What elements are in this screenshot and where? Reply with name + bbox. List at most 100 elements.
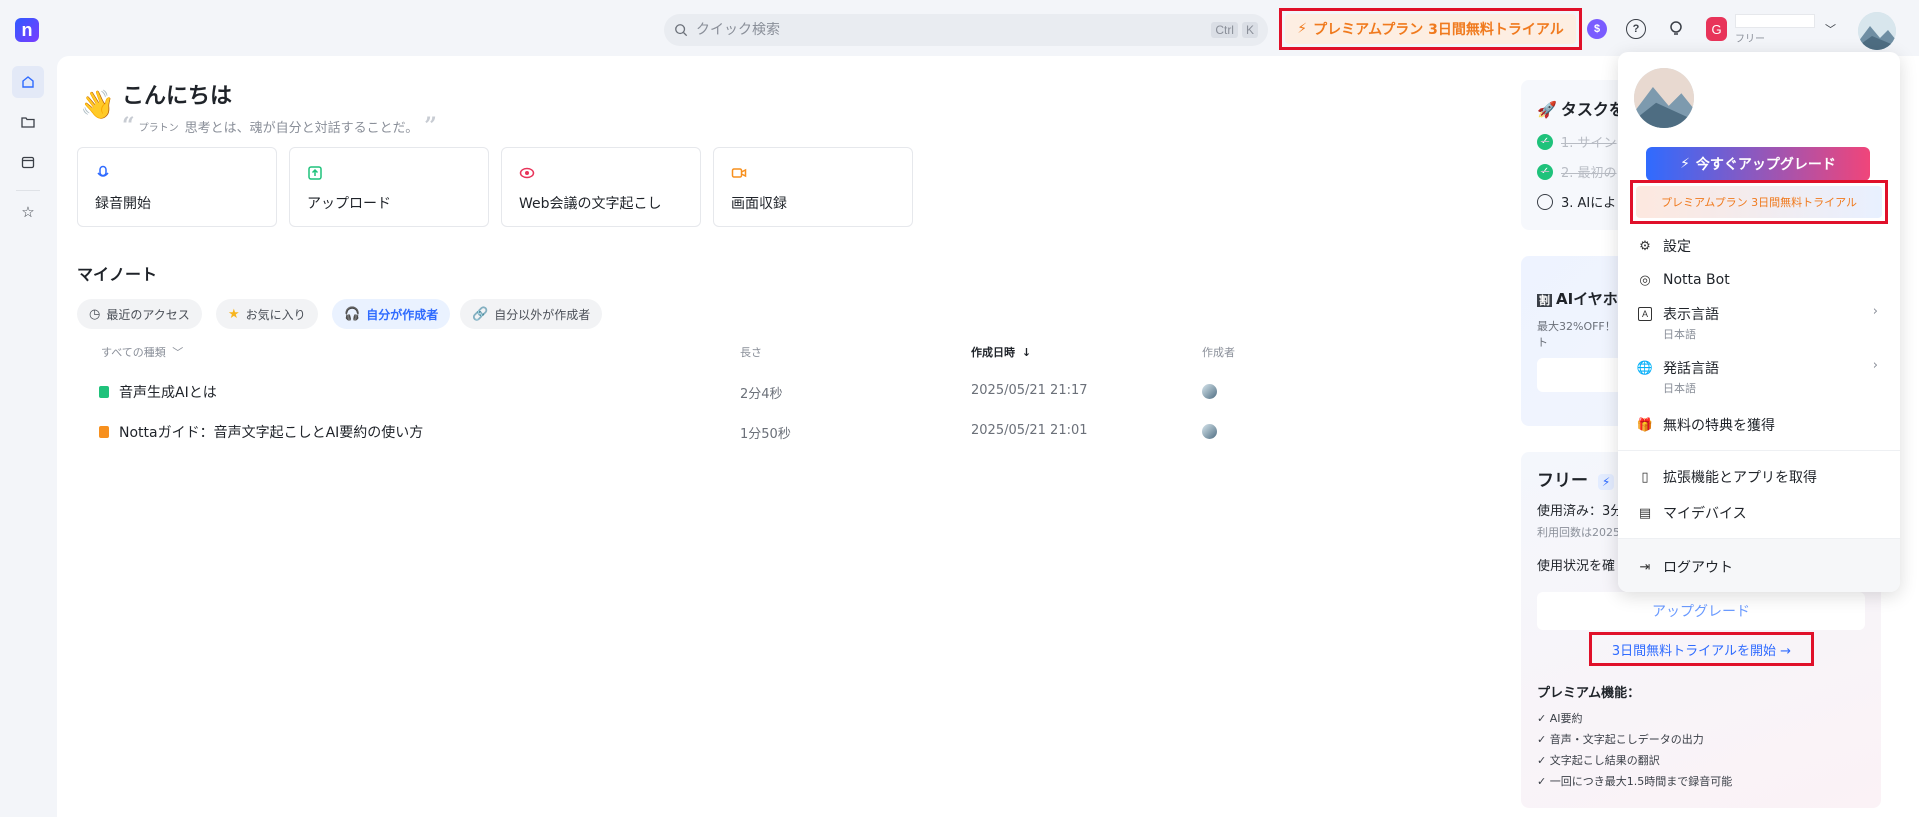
action-screen-record[interactable]: 画面収録	[713, 147, 913, 227]
chevron-down-icon: ﹀	[172, 346, 184, 359]
table-row[interactable]: 音声生成AIとは 2分4秒 2025/05/21 21:17	[77, 375, 1497, 407]
gear-icon: ⚙	[1639, 238, 1651, 254]
filter-favorites[interactable]: ★ お気に入り	[216, 299, 318, 329]
note-length: 1分50秒	[740, 427, 791, 442]
column-length: 長さ	[740, 346, 762, 359]
note-created: 2025/05/21 21:01	[971, 423, 1088, 438]
user-chip[interactable]: G フリー ﹀	[1706, 13, 1836, 45]
note-name-text: Nottaガイド：音声文字起こしとAI要約の使い方	[119, 425, 424, 441]
start-trial-link[interactable]: 3日間無料トライアルを開始 →	[1612, 640, 1791, 659]
profile-avatar[interactable]	[1858, 12, 1896, 50]
search-icon	[675, 24, 688, 37]
menu-display-language[interactable]: A 表示言語	[1638, 304, 1719, 324]
plan-reset: 利用回数は2025	[1537, 526, 1620, 539]
menu-notta-bot[interactable]: ◎ Notta Bot	[1638, 272, 1730, 288]
lightbulb-icon[interactable]	[1667, 20, 1685, 38]
check-icon: ✓	[1537, 775, 1550, 788]
filter-created-by-me-label: 自分が作成者	[366, 307, 439, 322]
premium-trial-label: プレミアムプラン 3日間無料トライアル	[1313, 22, 1564, 38]
quick-search-bar[interactable]: Ctrl K	[664, 14, 1268, 46]
column-created-sort[interactable]: 作成日時 ↓	[971, 344, 1031, 360]
check-icon: ✓	[1537, 133, 1553, 150]
menu-free-perks-label: 無料の特典を獲得	[1663, 418, 1775, 434]
action-upload-label: アップロード	[307, 196, 391, 212]
menu-extensions[interactable]: ▯ 拡張機能とアプリを取得	[1638, 467, 1817, 487]
filter-recent-label: 最近のアクセス	[106, 307, 190, 322]
profile-photo	[1634, 68, 1694, 128]
headphones-icon: 🎧	[344, 306, 361, 322]
task-item-done[interactable]: ✓ 1. サイン	[1537, 132, 1617, 151]
notta-logo[interactable]: n	[15, 18, 39, 42]
filter-favorites-label: お気に入り	[245, 307, 306, 322]
column-created-label: 作成日時	[971, 346, 1015, 359]
upgrade-now-button[interactable]: ⚡ 今すぐアップグレード	[1646, 147, 1870, 181]
plan-check-usage[interactable]: 使用状況を確	[1537, 555, 1615, 574]
promo-title: 割 AIイヤホ	[1537, 290, 1618, 308]
menu-my-devices[interactable]: ▤ マイデバイス	[1638, 503, 1747, 523]
lightning-icon: ⚡	[1597, 474, 1615, 490]
column-type-filter[interactable]: すべての種類 ﹀	[101, 344, 183, 360]
username-redacted	[1735, 13, 1815, 28]
note-name-text: 音声生成AIとは	[119, 385, 217, 401]
menu-speech-language[interactable]: 🌐 発話言語	[1636, 358, 1719, 378]
table-row[interactable]: Nottaガイド：音声文字起こしとAI要約の使い方 1分50秒 2025/05/…	[77, 415, 1497, 447]
chevron-right-icon: ›	[1872, 358, 1878, 373]
star-icon: ☆	[21, 203, 35, 221]
filter-created-by-others[interactable]: 🔗 自分以外が作成者	[460, 299, 603, 329]
lightning-icon: ⚡	[1297, 21, 1308, 37]
sidebar-home[interactable]	[12, 66, 44, 98]
mobile-icon: ▯	[1641, 469, 1649, 485]
action-screen-record-label: 画面収録	[731, 196, 787, 212]
menu-logout[interactable]: ⇥ ログアウト	[1638, 557, 1733, 577]
menu-settings[interactable]: ⚙ 設定	[1638, 236, 1691, 256]
menu-free-perks[interactable]: 🎁 無料の特典を獲得	[1637, 415, 1775, 435]
user-plan-label: フリー	[1735, 33, 1765, 45]
sidebar-calendar[interactable]	[12, 146, 44, 178]
device-icon: ▤	[1638, 505, 1652, 521]
premium-trial-button[interactable]: ⚡ プレミアムプラン 3日間無料トライアル	[1285, 14, 1576, 44]
search-input[interactable]	[696, 22, 1208, 38]
profile-photo	[1858, 12, 1896, 50]
creator-avatar	[1202, 384, 1217, 399]
plan-upgrade-label: アップグレード	[1652, 604, 1750, 620]
screen-record-icon	[731, 168, 747, 178]
action-upload[interactable]: アップロード	[289, 147, 489, 227]
menu-devices-label: マイデバイス	[1663, 506, 1747, 522]
quote-text: 思考とは、魂が自分と対話することだ。	[184, 120, 419, 136]
star-filled-icon: ★	[228, 306, 240, 322]
trial-link-highlight: 3日間無料トライアルを開始 →	[1589, 632, 1814, 666]
close-quote-icon: ”	[424, 113, 437, 139]
sidebar-folders[interactable]	[12, 106, 44, 138]
action-record-label: 録音開始	[95, 196, 151, 212]
filter-recent[interactable]: ◷ 最近のアクセス	[77, 299, 202, 329]
menu-extensions-label: 拡張機能とアプリを取得	[1663, 470, 1817, 486]
waving-hand-icon: 👋	[80, 88, 115, 121]
kbd-k: K	[1241, 22, 1258, 38]
menu-trial-highlight: プレミアムプラン 3日間無料トライアル	[1630, 180, 1888, 224]
globe-icon: 🌐	[1636, 360, 1654, 376]
tasks-title: 🚀 タスクを	[1537, 100, 1625, 119]
top-header: n Ctrl K ⚡ プレミアムプラン 3日間無料トライアル $ ? G フリー…	[0, 0, 1919, 56]
menu-trial-button[interactable]: プレミアムプラン 3日間無料トライアル	[1636, 186, 1882, 218]
action-web-meeting[interactable]: Web会議の文字起こし	[501, 147, 701, 227]
calendar-icon	[21, 156, 35, 169]
action-record[interactable]: 録音開始	[77, 147, 277, 227]
sidebar-starred[interactable]: ☆	[12, 196, 44, 228]
home-icon	[22, 76, 34, 88]
coin-icon[interactable]: $	[1587, 19, 1607, 39]
menu-bot-label: Notta Bot	[1663, 272, 1730, 288]
check-icon: ✓	[1537, 754, 1550, 767]
filter-created-by-me[interactable]: 🎧 自分が作成者	[332, 299, 451, 329]
plan-upgrade-button[interactable]: アップグレード	[1537, 592, 1865, 630]
note-name: Nottaガイド：音声文字起こしとAI要約の使い方	[99, 422, 423, 442]
menu-logout-row[interactable]: ⇥ ログアウト	[1618, 539, 1900, 592]
task-item-pending[interactable]: 3. AIによ	[1537, 192, 1616, 211]
task-item-done[interactable]: ✓ 2. 最初の	[1537, 162, 1617, 181]
help-icon[interactable]: ?	[1626, 19, 1646, 39]
account-dropdown-menu: ⚡ 今すぐアップグレード プレミアムプラン 3日間無料トライアル ⚙ 設定 ◎ No…	[1618, 52, 1900, 592]
lightning-icon: ⚡	[1680, 156, 1690, 172]
audio-file-icon	[99, 386, 109, 398]
promo-line-2: ト	[1537, 336, 1548, 349]
note-name: 音声生成AIとは	[99, 382, 217, 402]
check-icon: ✓	[1537, 163, 1553, 180]
